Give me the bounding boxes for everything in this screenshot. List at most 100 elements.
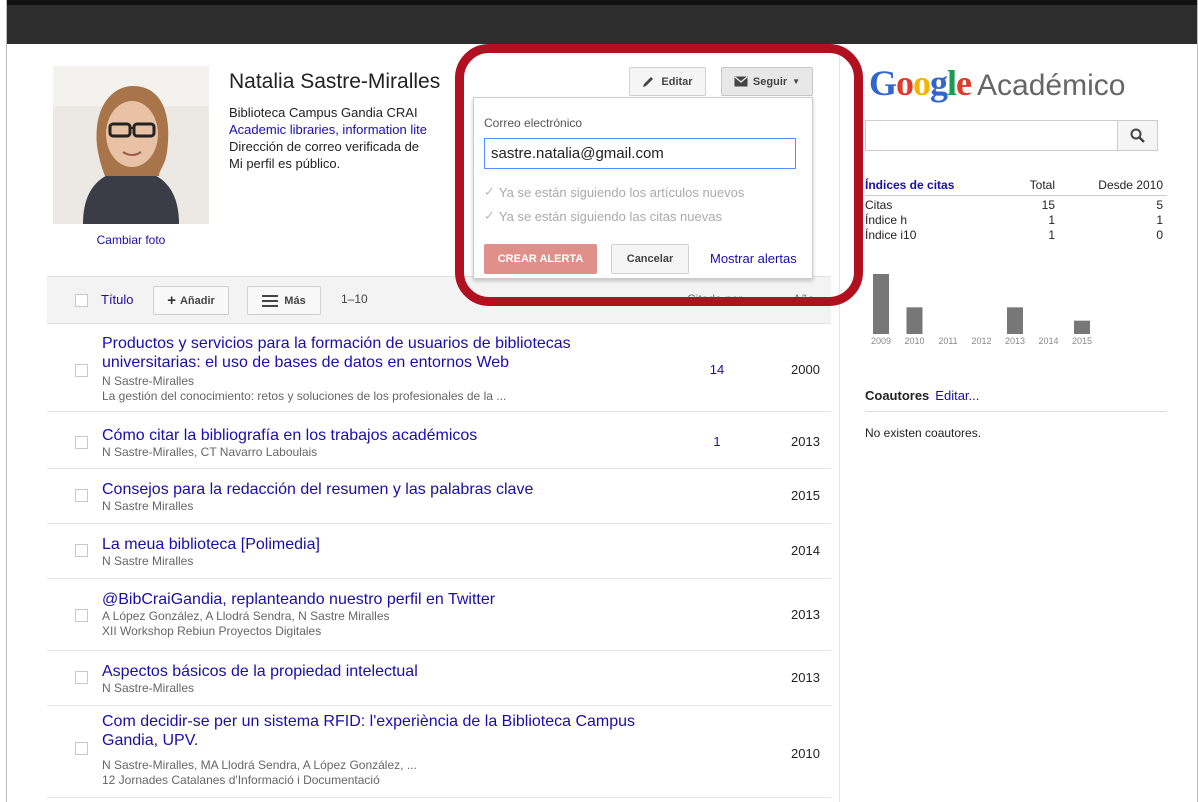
profile-name: Natalia Sastre-Miralles — [229, 70, 441, 93]
profile-photo[interactable] — [53, 66, 209, 224]
chart-x-tick-2010: 2010 — [904, 336, 924, 346]
table-row: Consejos para la redacción del resumen y… — [47, 469, 831, 524]
article-venue: La gestión del conocimiento: retos y sol… — [102, 389, 507, 403]
cited-by-link[interactable]: 14 — [699, 362, 735, 377]
citation-indices-header: Índices de citas Total Desde 2010 — [865, 178, 1167, 196]
article-title-link[interactable]: Aspectos básicos de la propiedad intelec… — [102, 662, 642, 681]
edit-button[interactable]: Editar — [629, 67, 706, 96]
article-year: 2013 — [791, 607, 820, 622]
article-title-link[interactable]: Com decidir-se per un sistema RFID: l'ex… — [102, 712, 642, 750]
row-checkbox[interactable] — [75, 609, 88, 622]
affiliation: Biblioteca Campus Gandia CRAI — [229, 105, 418, 120]
top-bar — [7, 0, 1197, 44]
change-photo-link[interactable]: Cambiar foto — [53, 233, 209, 247]
chart-bar-2013[interactable] — [1007, 307, 1023, 334]
article-title-link[interactable]: La meua biblioteca [Polimedia] — [102, 535, 642, 554]
metric-since: 5 — [1156, 198, 1163, 212]
article-title-link[interactable]: Cómo citar la bibliografía en los trabaj… — [102, 426, 642, 445]
article-title-link[interactable]: Productos y servicios para la formación … — [102, 334, 642, 372]
sort-by-year-link[interactable]: Año — [793, 292, 814, 306]
search-input[interactable] — [865, 120, 1117, 151]
profile-info: Biblioteca Campus Gandia CRAI Academic l… — [229, 104, 461, 172]
table-row: La meua biblioteca [Polimedia] N Sastre … — [47, 524, 831, 579]
row-checkbox[interactable] — [75, 489, 88, 502]
article-title-link[interactable]: Consejos para la redacción del resumen y… — [102, 480, 642, 499]
cancel-button[interactable]: Cancelar — [611, 244, 689, 274]
row-checkbox[interactable] — [75, 544, 88, 557]
row-checkbox[interactable] — [75, 742, 88, 755]
research-interests-link[interactable]: Academic libraries, information lite — [229, 121, 461, 138]
citation-indices-table: Índices de citas Total Desde 2010 Citas … — [865, 178, 1167, 243]
edit-button-label: Editar — [661, 75, 693, 88]
row-checkbox[interactable] — [75, 436, 88, 449]
article-authors: N Sastre Miralles — [102, 499, 194, 513]
create-alert-button[interactable]: CREAR ALERTA — [484, 244, 597, 274]
search-icon — [1130, 128, 1145, 143]
chart-bar-2010[interactable] — [906, 307, 923, 334]
follow-citations-label: Ya se están siguiendo las citas nuevas — [498, 208, 722, 224]
metric-total: 15 — [1041, 198, 1055, 212]
follow-dropdown: Correo electrónico ✓ Ya se están siguien… — [473, 97, 813, 279]
total-header: Total — [1029, 178, 1055, 192]
row-checkbox[interactable] — [75, 671, 88, 684]
article-year: 2000 — [791, 362, 820, 377]
email-field[interactable] — [484, 138, 796, 169]
follow-articles-checkbox[interactable]: ✓ Ya se están siguiendo los artículos nu… — [484, 184, 744, 200]
search-button[interactable] — [1117, 120, 1158, 151]
chart-bar-2015[interactable] — [1074, 320, 1090, 334]
sort-by-title-link[interactable]: Título — [101, 292, 134, 307]
citations-row: Citas 15 5 — [865, 198, 1167, 213]
pagination-range: 1–10 — [341, 292, 368, 306]
check-icon: ✓ — [484, 208, 495, 223]
article-year: 2013 — [791, 434, 820, 449]
column-divider — [839, 44, 840, 802]
citations-per-year-chart: 2009 2010 2011 2012 2013 2014 2015 — [871, 274, 1092, 346]
article-authors: N Sastre-Miralles — [102, 681, 195, 695]
since-2010-header: Desde 2010 — [1098, 178, 1163, 192]
cited-by-link[interactable]: 1 — [699, 434, 735, 449]
metric-total: 1 — [1048, 228, 1055, 242]
article-title-link[interactable]: @BibCraiGandia, replanteando nuestro per… — [102, 590, 642, 609]
article-year: 2014 — [791, 543, 820, 558]
chart-x-tick-2015: 2015 — [1072, 336, 1092, 346]
follow-button[interactable]: Seguir ▼ — [721, 67, 813, 96]
email-label: Correo electrónico — [484, 116, 583, 130]
table-row: Aspectos básicos de la propiedad intelec… — [47, 651, 831, 706]
article-venue: 12 Jornades Catalanes d'Informació i Doc… — [102, 773, 380, 787]
follow-citations-checkbox[interactable]: ✓ Ya se están siguiendo las citas nuevas — [484, 208, 722, 224]
more-button-label: Más — [284, 294, 306, 307]
menu-icon — [262, 294, 279, 307]
sort-by-cited-link[interactable]: Citado por — [687, 292, 742, 306]
logo-academico: Académico — [977, 69, 1126, 102]
show-alerts-link[interactable]: Mostrar alertas — [710, 251, 797, 266]
articles-table-header: Título + Añadir Más 1–10 Citado por Año — [47, 276, 831, 324]
plus-icon: + — [167, 292, 176, 309]
article-authors: N Sastre-Miralles, CT Navarro Laboulais — [102, 445, 318, 459]
metric-label: Índice i10 — [865, 228, 917, 242]
chart-x-tick-2013: 2013 — [1005, 336, 1025, 346]
add-button[interactable]: + Añadir — [153, 286, 229, 315]
article-year: 2013 — [791, 670, 820, 685]
more-button[interactable]: Más — [247, 286, 321, 315]
avatar — [53, 66, 209, 224]
table-row: @BibCraiGandia, replanteando nuestro per… — [47, 579, 831, 651]
row-checkbox[interactable] — [75, 364, 88, 377]
chart-x-tick-2011: 2011 — [938, 336, 957, 346]
metric-since: 0 — [1156, 228, 1163, 242]
select-all-checkbox[interactable] — [75, 294, 88, 307]
profile-public-status: Mi perfil es público. — [229, 156, 341, 171]
table-row: Productos y servicios para la formación … — [47, 324, 831, 412]
logo-google: Google — [869, 63, 972, 103]
metric-total: 1 — [1048, 213, 1055, 227]
table-row: Cómo citar la bibliografía en los trabaj… — [47, 412, 831, 469]
coauthors-title: Coautores — [865, 388, 930, 403]
verified-email: Dirección de correo verificada de — [229, 139, 420, 154]
chart-bar-2009[interactable] — [873, 274, 889, 334]
page-frame: Cambiar foto Natalia Sastre-Miralles Bib… — [6, 0, 1198, 802]
article-authors: N Sastre-Miralles, MA Llodrá Sendra, A L… — [102, 758, 417, 772]
edit-coauthors-link[interactable]: Editar... — [935, 388, 979, 403]
citation-indices-title-link[interactable]: Índices de citas — [865, 178, 993, 192]
article-year: 2015 — [791, 488, 820, 503]
envelope-icon — [734, 76, 748, 87]
google-academico-logo[interactable]: Google Académico — [869, 62, 1125, 104]
